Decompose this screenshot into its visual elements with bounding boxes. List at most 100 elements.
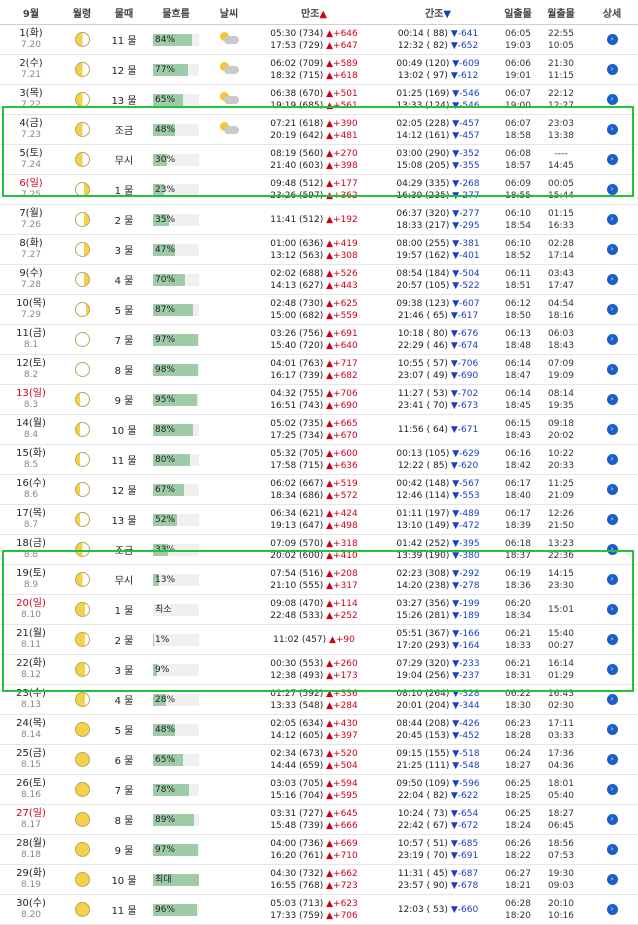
lunar-date: 7.21	[0, 70, 62, 81]
date-cell: 5(토)7.24	[0, 148, 62, 171]
low-tide-time: 22:04 ( 82)	[398, 791, 448, 801]
sunrise-time: 06:24	[500, 748, 536, 760]
mul-label: 7 물	[115, 786, 134, 797]
header-flow: 물흐름	[146, 5, 206, 20]
flow-cell: 97%	[146, 844, 206, 856]
detail-button-icon[interactable]: ›	[607, 274, 618, 285]
date-cell: 9(수)7.28	[0, 268, 62, 291]
mul-label: 4 물	[115, 276, 134, 287]
detail-button-icon[interactable]: ›	[607, 574, 618, 585]
date-cell: 26(토)8.16	[0, 778, 62, 801]
detail-button-icon[interactable]: ›	[607, 484, 618, 495]
high-tide-cell: 05:30 (734) ▲+64617:53 (729) ▲+647	[252, 28, 376, 52]
detail-button-icon[interactable]: ›	[607, 784, 618, 795]
high-tide-cell: 09:08 (470) ▲+11422:48 (533) ▲+252	[252, 598, 376, 622]
date-cell: 17(목)8.7	[0, 508, 62, 531]
detail-button-icon[interactable]: ›	[607, 244, 618, 255]
sunset-time: 18:20	[500, 910, 536, 922]
low-tide-diff: ▼-401	[452, 251, 479, 261]
detail-button-icon[interactable]: ›	[607, 604, 618, 615]
detail-button-icon[interactable]: ›	[607, 514, 618, 525]
low-tide-cell: 12:03 ( 53) ▼-660	[376, 904, 500, 916]
sunrise-time: 06:07	[500, 88, 536, 100]
low-tide-time: 01:42 (252)	[396, 539, 449, 549]
flow-cell: 35%	[146, 214, 206, 226]
detail-button-icon[interactable]: ›	[607, 814, 618, 825]
flow-bar: 48%	[153, 724, 199, 736]
weather-cell	[206, 61, 252, 78]
high-tide-time: 07:09 (570)	[270, 539, 323, 549]
high-tide-time: 06:02 (709)	[270, 59, 323, 69]
high-tide-time: 06:38 (670)	[270, 89, 323, 99]
high-tide-time: 02:48 (730)	[270, 299, 323, 309]
detail-button-icon[interactable]: ›	[607, 844, 618, 855]
table-row: 14(월)8.410 물88%05:02 (735) ▲+66517:25 (7…	[0, 415, 638, 445]
mul-label: 9 물	[115, 846, 134, 857]
detail-button-icon[interactable]: ›	[607, 454, 618, 465]
date-cell: 6(일)7.25	[0, 178, 62, 201]
sun-cell: 06:2418:27	[500, 748, 536, 772]
mul-label: 3 물	[115, 666, 134, 677]
high-tide-time: 05:30 (734)	[270, 29, 323, 39]
detail-button-icon[interactable]: ›	[607, 304, 618, 315]
low-tide-diff: ▼-691	[451, 851, 478, 861]
solar-date: 5(토)	[0, 148, 62, 160]
mul-label: 10 물	[111, 876, 136, 887]
detail-button-icon[interactable]: ›	[607, 214, 618, 225]
mul-cell: 7 물	[102, 782, 146, 797]
high-tide-cell: 03:26 (756) ▲+69115:40 (720) ▲+640	[252, 328, 376, 352]
detail-button-icon[interactable]: ›	[607, 874, 618, 885]
high-tide-time: 03:31 (727)	[270, 809, 323, 819]
lunar-date: 7.29	[0, 310, 62, 321]
date-cell: 4(금)7.23	[0, 118, 62, 141]
detail-button-icon[interactable]: ›	[607, 664, 618, 675]
detail-button-icon[interactable]: ›	[607, 184, 618, 195]
flow-value: 77%	[155, 64, 175, 76]
high-tide-diff: ▲+270	[326, 149, 358, 159]
lunar-date: 7.24	[0, 160, 62, 171]
phase-cell	[62, 902, 102, 917]
sunset-time: 18:47	[500, 370, 536, 382]
detail-button-icon[interactable]: ›	[607, 364, 618, 375]
detail-button-icon[interactable]: ›	[607, 64, 618, 75]
high-tide-diff: ▲+481	[326, 131, 358, 141]
header-low-tide[interactable]: 간조▼	[376, 5, 500, 20]
flow-bar: 1%	[153, 634, 199, 646]
sunset-time: 18:21	[500, 880, 536, 892]
sunrise-time: 06:12	[500, 298, 536, 310]
phase-cell	[62, 332, 102, 347]
sunrise-time: 06:06	[500, 58, 536, 70]
high-tide-diff: ▲+682	[326, 371, 358, 381]
date-cell: 2(수)7.21	[0, 58, 62, 81]
flow-cell: 48%	[146, 724, 206, 736]
sunset-time: 18:27	[500, 760, 536, 772]
low-tide-time: 12:03 ( 53)	[398, 905, 448, 915]
detail-button-icon[interactable]: ›	[607, 904, 618, 915]
phase-cell	[62, 362, 102, 377]
detail-button-icon[interactable]: ›	[607, 124, 618, 135]
low-tide-time: 01:11 (197)	[396, 509, 449, 519]
flow-bar: 9%	[153, 664, 199, 676]
detail-button-icon[interactable]: ›	[607, 334, 618, 345]
sunset-time: 18:48	[500, 340, 536, 352]
header-high-tide[interactable]: 만조▲	[252, 5, 376, 20]
detail-button-icon[interactable]: ›	[607, 424, 618, 435]
detail-button-icon[interactable]: ›	[607, 34, 618, 45]
detail-cell: ›	[586, 784, 638, 795]
detail-button-icon[interactable]: ›	[607, 394, 618, 405]
detail-button-icon[interactable]: ›	[607, 154, 618, 165]
partly-cloudy-icon	[218, 61, 240, 75]
detail-button-icon[interactable]: ›	[607, 634, 618, 645]
moonset-time: 15:44	[536, 190, 586, 202]
detail-button-icon[interactable]: ›	[607, 724, 618, 735]
detail-button-icon[interactable]: ›	[607, 754, 618, 765]
detail-button-icon[interactable]: ›	[607, 94, 618, 105]
low-tide-diff: ▼-617	[451, 311, 478, 321]
sunrise-time: 06:17	[500, 478, 536, 490]
detail-button-icon[interactable]: ›	[607, 694, 618, 705]
moonset-time: 18:43	[536, 340, 586, 352]
moon-cell: 16:4302:30	[536, 688, 586, 712]
sunrise-time: 06:10	[500, 208, 536, 220]
table-row: 30(수)8.2011 물96%05:03 (713) ▲+62317:33 (…	[0, 895, 638, 925]
detail-button-icon[interactable]: ›	[607, 544, 618, 555]
